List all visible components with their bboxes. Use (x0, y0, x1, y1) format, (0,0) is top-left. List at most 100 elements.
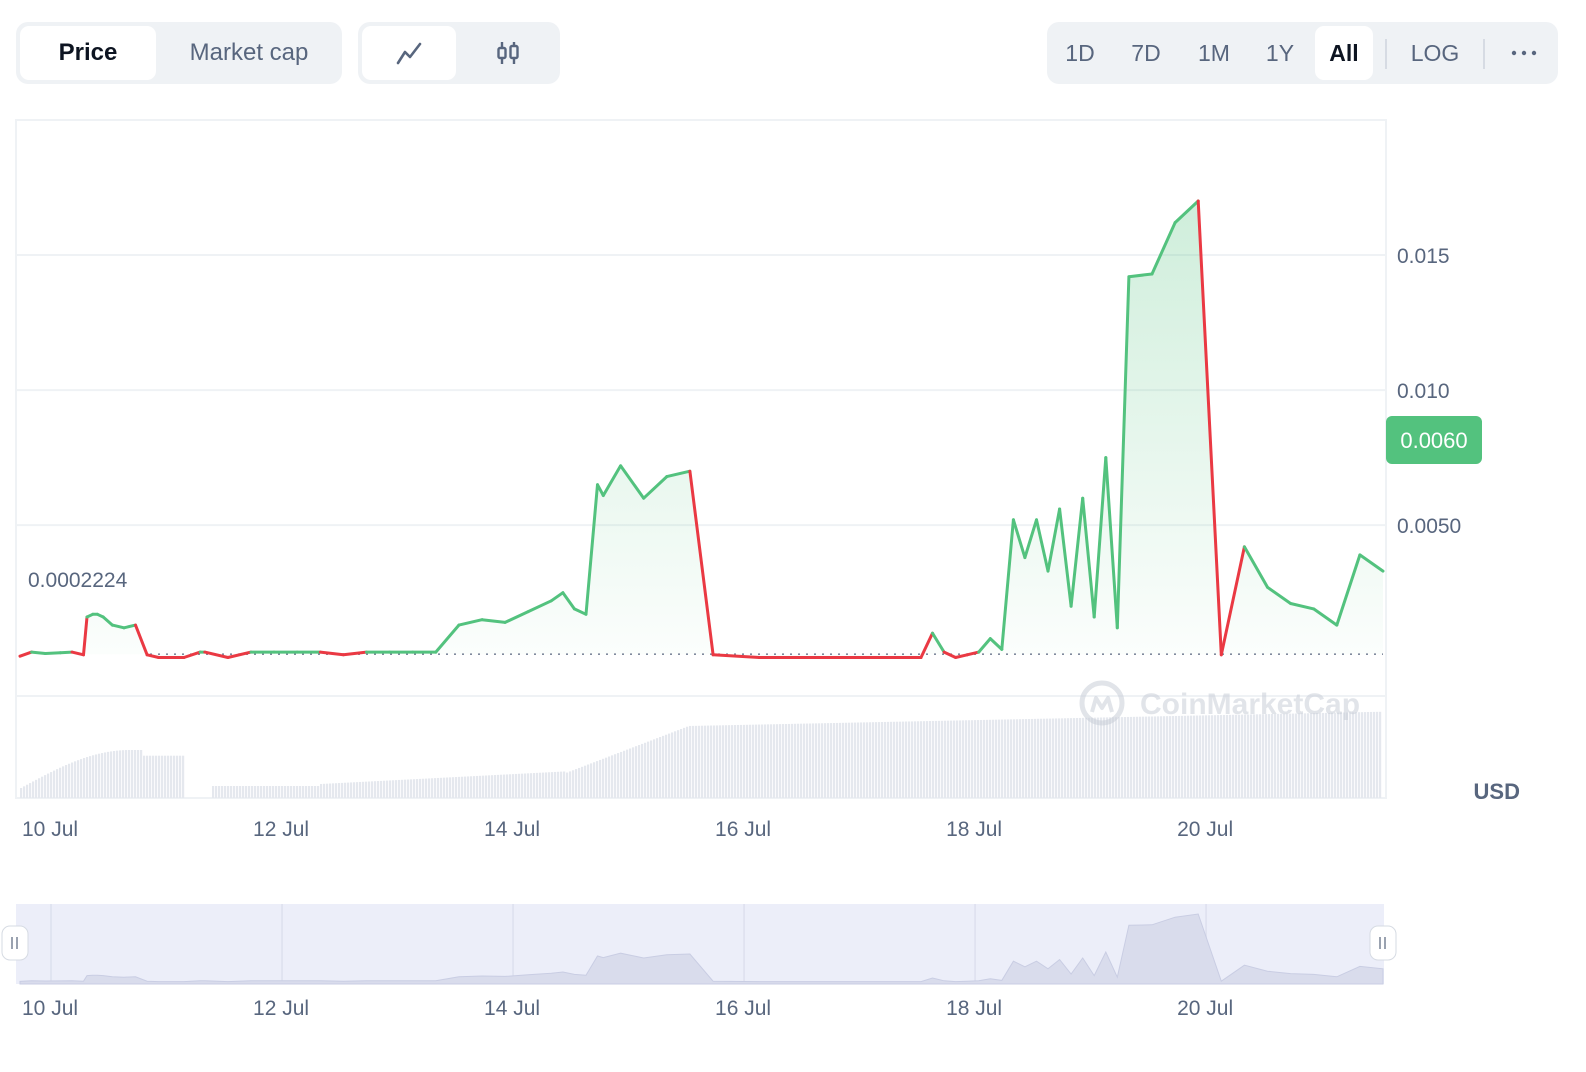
volume-bar (77, 760, 80, 798)
volume-bar (182, 755, 185, 798)
volume-bar (722, 725, 725, 798)
volume-bar (674, 731, 677, 798)
x-tick-label: 20 Jul (1177, 818, 1233, 841)
volume-bar (968, 720, 971, 798)
volume-bar (257, 786, 260, 798)
volume-bar (563, 771, 566, 798)
volume-bar (1379, 711, 1382, 798)
volume-bar (269, 786, 272, 798)
volume-bar (1247, 714, 1250, 798)
volume-bar (1343, 712, 1346, 798)
volume-bar (311, 786, 314, 798)
volume-bar (26, 784, 29, 798)
volume-bar (965, 720, 968, 798)
navigator-left-handle[interactable] (1, 925, 29, 961)
volume-bar (1046, 718, 1049, 798)
volume-bar (902, 721, 905, 798)
volume-bar (1139, 716, 1142, 798)
volume-bar (1229, 714, 1232, 798)
volume-bar (1079, 717, 1082, 798)
volume-bar (239, 786, 242, 798)
volume-bar (1211, 715, 1214, 798)
volume-bar (338, 783, 341, 798)
volume-bar (1175, 715, 1178, 798)
volume-bar (386, 780, 389, 798)
reference-line-label: 0.0002224 (28, 569, 128, 592)
volume-bar (1331, 712, 1334, 798)
volume-bar (1166, 716, 1169, 798)
volume-bar (1298, 713, 1301, 798)
volume-bar (1286, 713, 1289, 798)
volume-bar (1169, 716, 1172, 798)
volume-bar (344, 782, 347, 798)
price-chart[interactable]: CoinMarketCap 0.0002224 0.015 0.010 0.0050… (0, 0, 1586, 870)
volume-bar (380, 780, 383, 798)
volume-bar (1373, 711, 1376, 798)
volume-bar (1013, 719, 1016, 798)
volume-bar (941, 720, 944, 798)
volume-bar (1355, 712, 1358, 798)
volume-bar (65, 765, 68, 798)
volume-bar (107, 751, 110, 798)
volume-bar (1127, 716, 1130, 798)
volume-bar (98, 753, 101, 798)
volume-bar (398, 779, 401, 798)
volume-bar (599, 759, 602, 798)
volume-bar (1295, 713, 1298, 798)
volume-bar (665, 734, 668, 798)
volume-bar (101, 753, 104, 798)
volume-bar (1277, 713, 1280, 798)
volume-bar (524, 773, 527, 798)
volume-bar (551, 772, 554, 798)
volume-bar (1226, 714, 1229, 798)
volume-bar (854, 722, 857, 798)
volume-bar (167, 755, 170, 798)
volume-bar (1223, 714, 1226, 798)
volume-bar (71, 762, 74, 798)
volume-bar (440, 777, 443, 798)
volume-bar (464, 776, 467, 798)
volume-bar (236, 786, 239, 798)
volume-bar (1271, 714, 1274, 798)
volume-bar (1241, 714, 1244, 798)
volume-bar (140, 750, 143, 798)
volume-bar (632, 747, 635, 798)
volume-bar (377, 781, 380, 798)
volume-bar (1037, 718, 1040, 798)
volume-bar (728, 725, 731, 798)
volume-bar (581, 766, 584, 798)
volume-bar (230, 786, 233, 798)
navigator-right-handle[interactable] (1369, 925, 1397, 961)
volume-bar (593, 762, 596, 798)
volume-bar (50, 772, 53, 798)
volume-bar (785, 723, 788, 798)
volume-bar (797, 723, 800, 798)
x-tick-label: 12 Jul (253, 818, 309, 841)
volume-bar (401, 779, 404, 798)
volume-bar (263, 786, 266, 798)
volume-bar (410, 779, 413, 798)
volume-bar (929, 721, 932, 798)
volume-bar (1106, 717, 1109, 798)
volume-bar (254, 786, 257, 798)
volume-bar (461, 776, 464, 798)
volume-bar (383, 780, 386, 798)
volume-bar (413, 779, 416, 798)
volume-bar (1193, 715, 1196, 798)
volume-bar (914, 721, 917, 798)
volume-bar (566, 772, 569, 798)
volume-bar (1133, 716, 1136, 798)
volume-bar (1316, 713, 1319, 798)
volume-bar (176, 755, 179, 798)
volume-bar (701, 725, 704, 798)
volume-bar (554, 771, 557, 798)
volume-bar (1160, 716, 1163, 798)
volume-bar (1163, 716, 1166, 798)
volume-bar (113, 751, 116, 798)
volume-bar (596, 761, 599, 798)
volume-bar (278, 786, 281, 798)
volume-bar (1274, 713, 1277, 798)
volume-bar (1094, 717, 1097, 798)
volume-bar (1085, 717, 1088, 798)
volume-bar (980, 719, 983, 798)
